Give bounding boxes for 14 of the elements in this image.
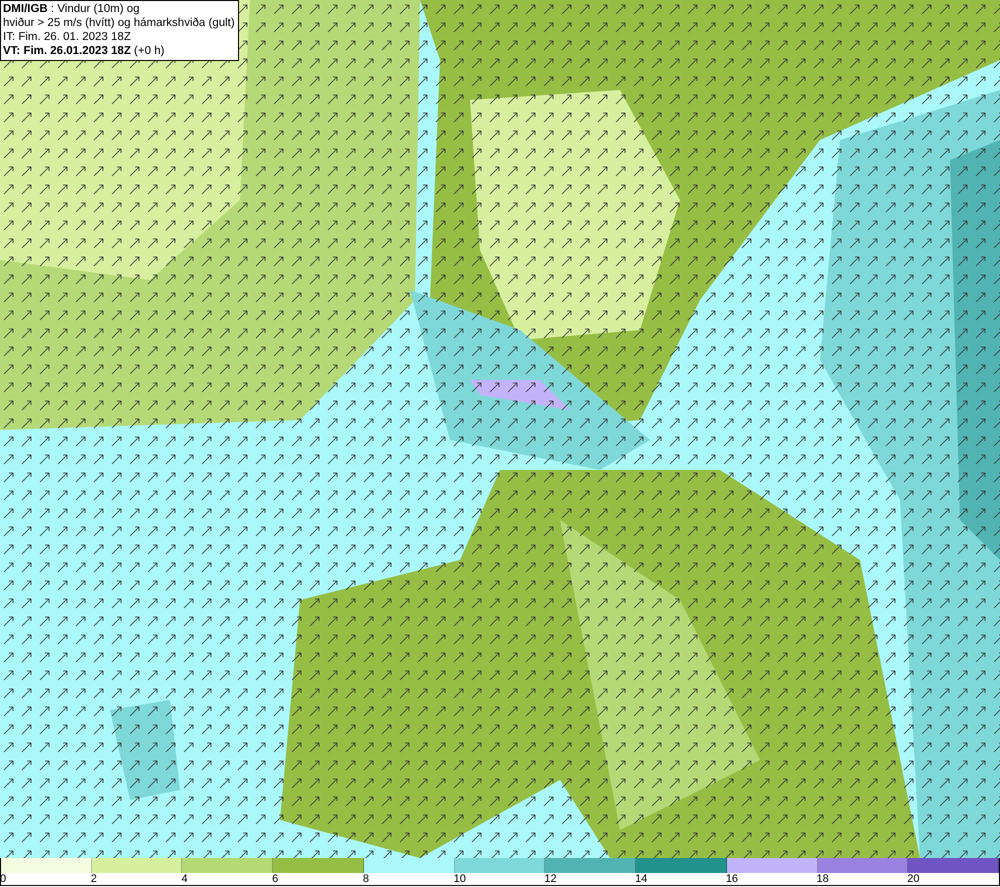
scale-label: 12: [544, 873, 557, 885]
scale-label: 14: [635, 873, 648, 885]
caption-line: IT: Fim. 26. 01. 2023 18Z: [3, 30, 132, 44]
caption-line: DMI/IGB : Vindur (10m) og: [3, 2, 141, 16]
caption-line: VT: Fim. 26.01.2023 18Z (+0 h): [3, 44, 166, 58]
scale-label: 2: [90, 873, 97, 885]
scale-label: 18: [816, 873, 829, 885]
scale-label: 16: [726, 873, 738, 885]
scale-label: 6: [272, 873, 278, 885]
scale-label: 4: [181, 873, 188, 885]
scale-label: 8: [362, 873, 370, 885]
scale-label: 20: [907, 873, 920, 885]
scale-label: 10: [454, 873, 466, 885]
caption-line: hviður > 25 m/s (hvítt) og hámarkshviða (gult): [3, 16, 235, 30]
